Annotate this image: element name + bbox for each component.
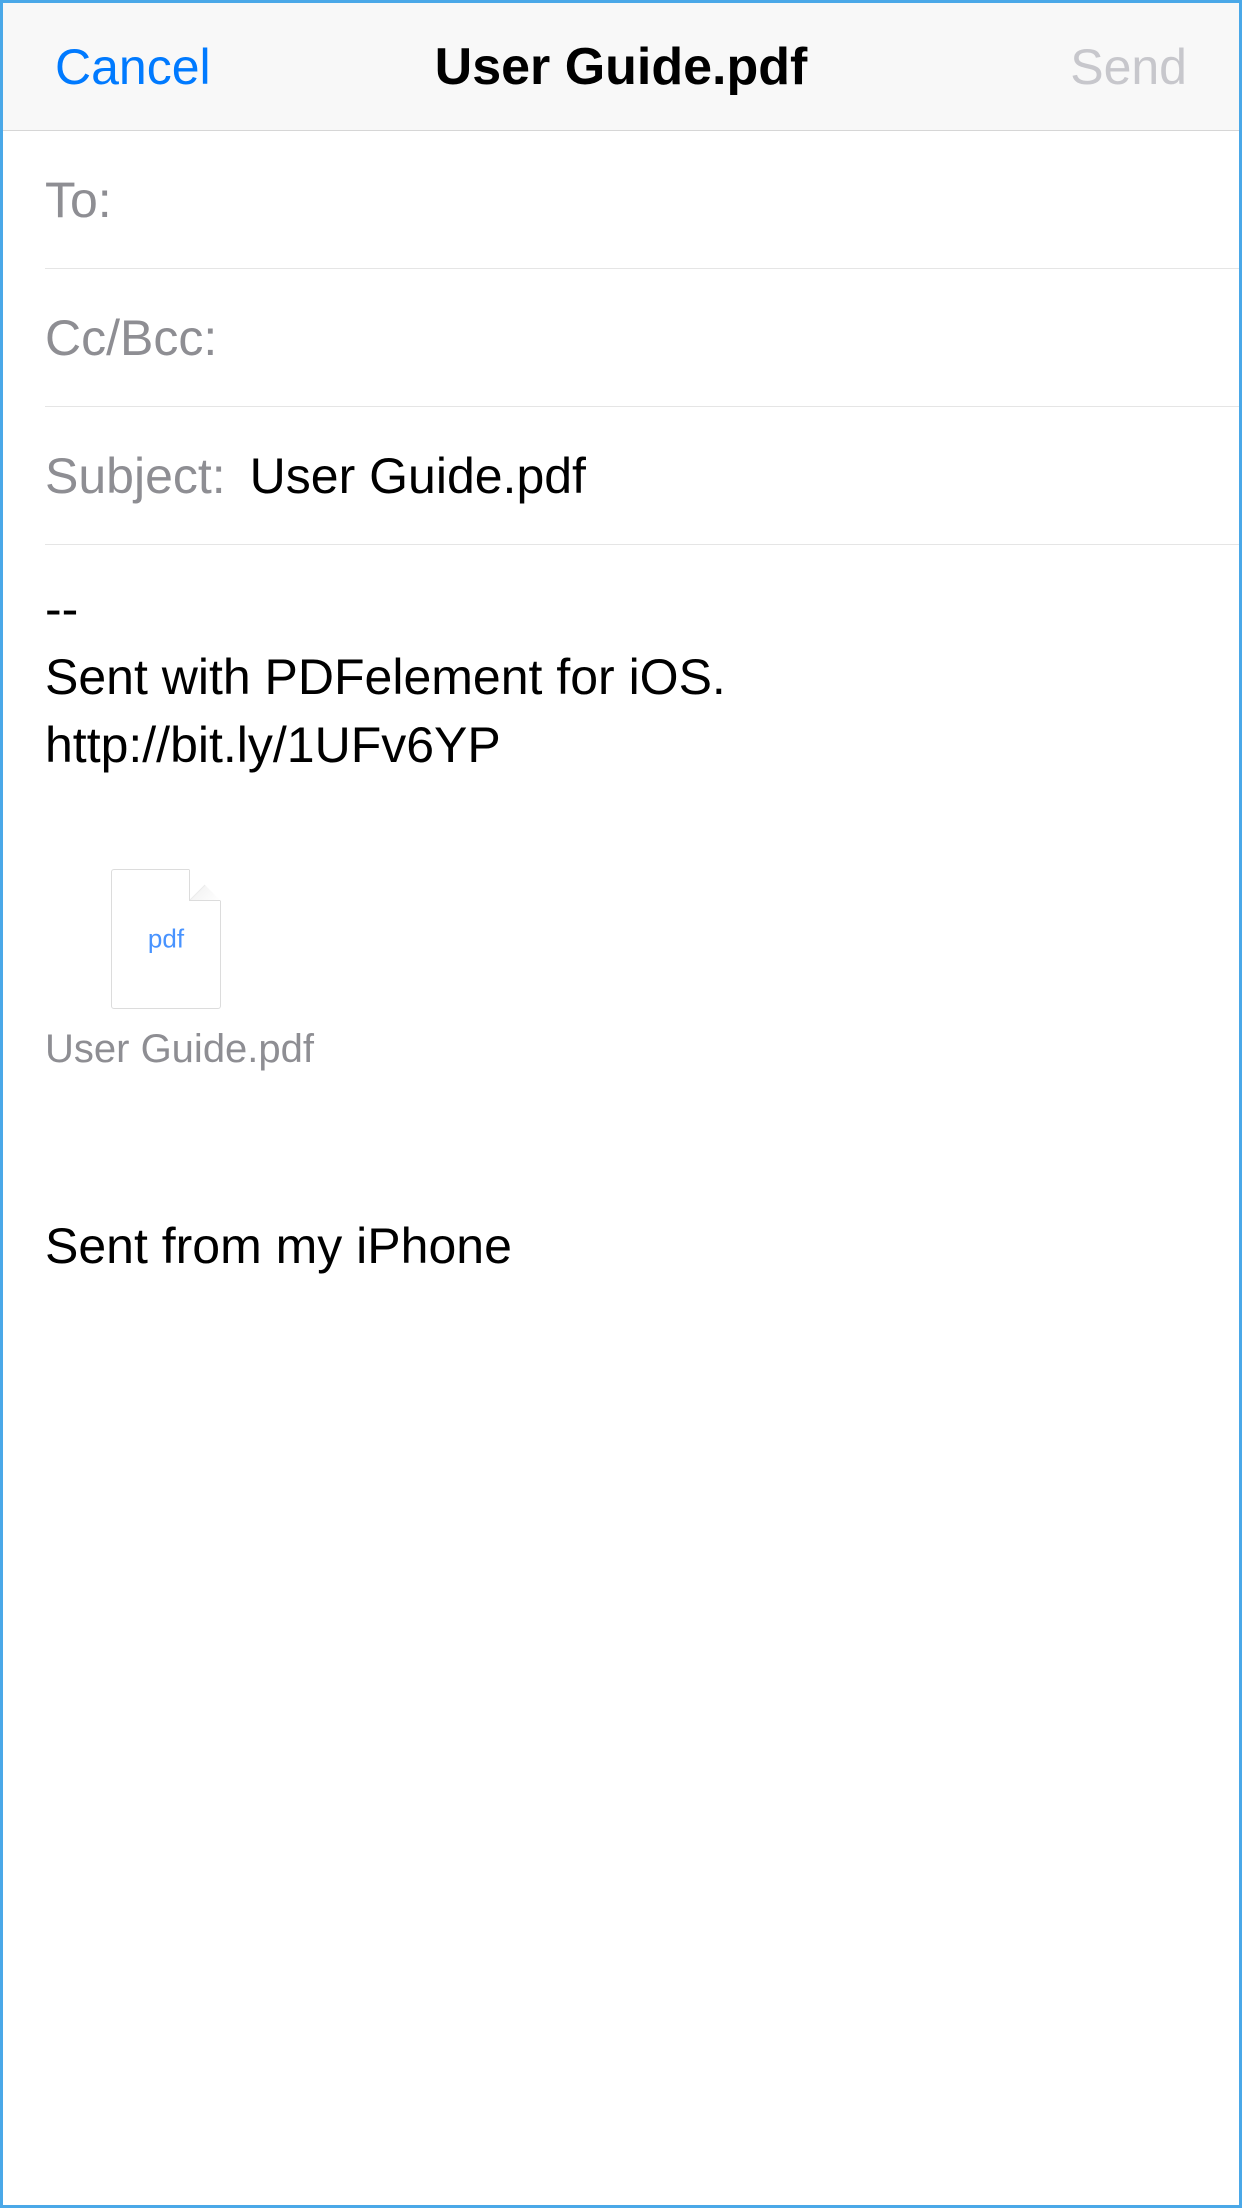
compose-fields: To: Cc/Bcc: Subject: User Guide.pdf bbox=[3, 131, 1239, 545]
ccbcc-field-row[interactable]: Cc/Bcc: bbox=[45, 269, 1239, 407]
subject-label: Subject: bbox=[45, 447, 226, 505]
to-label: To: bbox=[45, 171, 112, 229]
ccbcc-input[interactable] bbox=[241, 309, 1239, 367]
signature-text[interactable]: Sent from my iPhone bbox=[45, 1217, 1197, 1275]
cancel-button[interactable]: Cancel bbox=[55, 38, 211, 96]
page-title: User Guide.pdf bbox=[435, 37, 808, 97]
to-input[interactable] bbox=[136, 171, 1239, 229]
page-fold-icon bbox=[189, 869, 221, 901]
navbar: Cancel User Guide.pdf Send bbox=[3, 3, 1239, 131]
message-body[interactable]: -- Sent with PDFelement for iOS. http://… bbox=[3, 545, 1239, 1275]
attachment-filename: User Guide.pdf bbox=[45, 1027, 1197, 1072]
body-text[interactable]: -- Sent with PDFelement for iOS. http://… bbox=[45, 575, 1197, 779]
attachment[interactable]: pdf User Guide.pdf bbox=[45, 869, 1197, 1072]
send-button[interactable]: Send bbox=[1070, 38, 1187, 96]
file-type-label: pdf bbox=[148, 924, 184, 955]
pdf-file-icon: pdf bbox=[111, 869, 221, 1009]
to-field-row[interactable]: To: bbox=[45, 131, 1239, 269]
subject-input[interactable]: User Guide.pdf bbox=[250, 447, 586, 505]
ccbcc-label: Cc/Bcc: bbox=[45, 309, 217, 367]
subject-field-row[interactable]: Subject: User Guide.pdf bbox=[45, 407, 1239, 545]
